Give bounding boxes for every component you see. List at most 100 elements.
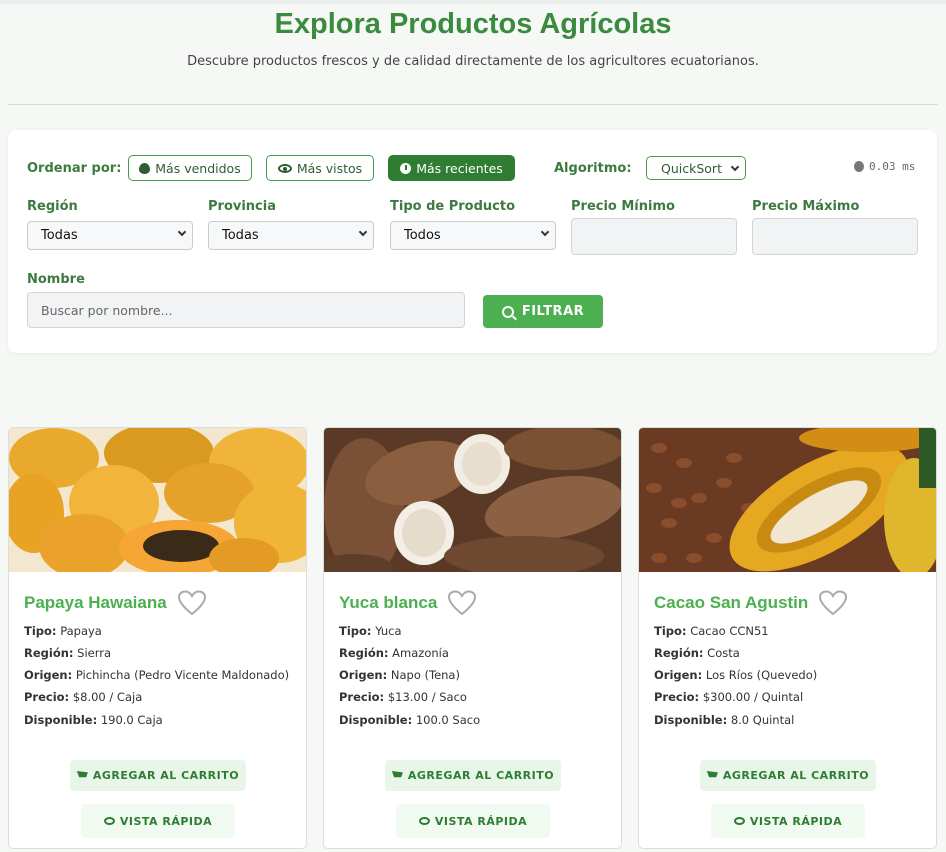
product-origin: Origen: Napo (Tena) — [339, 668, 460, 682]
sort-timer: 0.03 ms — [854, 160, 915, 173]
type-value: Papaya — [60, 624, 102, 638]
product-available: Disponible: 100.0 Saco — [339, 713, 480, 727]
eye-icon — [733, 817, 745, 825]
product-available: Disponible: 8.0 Quintal — [654, 713, 794, 727]
stopwatch-icon — [854, 161, 864, 172]
product-type: Tipo: Yuca — [339, 624, 402, 638]
quick-view-label: VISTA RÁPIDA — [119, 814, 213, 828]
eye-icon — [418, 817, 430, 825]
price-value: $13.00 / Saco — [387, 690, 467, 704]
product-price: Precio: $8.00 / Caja — [24, 690, 142, 704]
algorithm-value: QuickSort — [661, 160, 722, 176]
product-image-yuca — [324, 428, 621, 572]
heart-icon[interactable] — [447, 590, 477, 616]
sort-most-recent-label: Más recientes — [416, 160, 503, 176]
price-value: $300.00 / Quintal — [702, 690, 804, 704]
add-to-cart-label: AGREGAR AL CARRITO — [92, 769, 240, 782]
filter-panel: Ordenar por: Más vendidos Más vistos Más… — [8, 130, 937, 353]
add-to-cart-button[interactable]: AGREGAR AL CARRITO — [700, 760, 876, 791]
product-price: Precio: $13.00 / Saco — [339, 690, 467, 704]
algorithm-select[interactable]: QuickSort — [646, 156, 746, 180]
sort-best-selling-button[interactable]: Más vendidos — [128, 155, 252, 181]
eye-icon — [277, 163, 292, 173]
product-name: Yuca blanca — [339, 593, 438, 612]
product-available: Disponible: 190.0 Caja — [24, 713, 163, 727]
add-to-cart-label: AGREGAR AL CARRITO — [407, 769, 555, 782]
heart-icon[interactable] — [818, 590, 848, 616]
origin-key: Origen: — [24, 668, 73, 682]
region-value: Todas — [41, 228, 78, 243]
quick-view-button[interactable]: VISTA RÁPIDA — [396, 804, 550, 838]
available-key: Disponible: — [24, 713, 98, 727]
sort-label: Ordenar por: — [27, 161, 122, 176]
type-key: Tipo: — [24, 624, 57, 638]
cart-icon — [76, 771, 88, 778]
add-to-cart-button[interactable]: AGREGAR AL CARRITO — [70, 760, 246, 791]
divider — [8, 104, 938, 105]
quick-view-button[interactable]: VISTA RÁPIDA — [81, 804, 235, 838]
algorithm-label: Algoritmo: — [554, 161, 632, 176]
product-name: Papaya Hawaiana — [24, 593, 167, 612]
name-search-input[interactable]: Buscar por nombre... — [27, 292, 465, 328]
product-card: Papaya Hawaiana Tipo: Papaya Región: Sie… — [8, 427, 307, 849]
product-title[interactable]: Papaya Hawaiana — [24, 590, 207, 616]
origin-key: Origen: — [339, 668, 388, 682]
top-border — [0, 0, 946, 4]
heart-icon[interactable] — [177, 590, 207, 616]
chevron-down-icon — [358, 227, 368, 237]
region-key: Región: — [339, 646, 389, 660]
price-key: Precio: — [339, 690, 385, 704]
clock-icon — [400, 162, 412, 174]
product-card: Yuca blanca Tipo: Yuca Región: Amazonía … — [323, 427, 622, 849]
region-value: Sierra — [77, 646, 112, 660]
quick-view-label: VISTA RÁPIDA — [434, 814, 528, 828]
product-card: Cacao San Agustin Tipo: Cacao CCN51 Regi… — [638, 427, 937, 849]
max-price-input[interactable] — [752, 218, 918, 255]
region-label: Región — [27, 199, 78, 214]
product-name: Cacao San Agustin — [654, 593, 809, 612]
origin-value: Napo (Tena) — [390, 668, 460, 682]
region-select[interactable]: Todas — [27, 221, 193, 250]
filter-button[interactable]: FILTRAR — [483, 295, 603, 328]
origin-value: Los Ríos (Quevedo) — [705, 668, 818, 682]
province-select[interactable]: Todas — [208, 221, 374, 250]
product-type-value: Todos — [404, 228, 441, 243]
min-price-input[interactable] — [571, 218, 737, 255]
product-origin: Origen: Pichincha (Pedro Vicente Maldona… — [24, 668, 289, 682]
fire-icon — [139, 162, 151, 174]
product-region: Región: Sierra — [24, 646, 111, 660]
price-key: Precio: — [24, 690, 70, 704]
product-title[interactable]: Yuca blanca — [339, 590, 477, 616]
max-price-label: Precio Máximo — [752, 199, 860, 214]
region-value: Costa — [707, 646, 740, 660]
chevron-down-icon — [540, 227, 550, 237]
sort-most-viewed-label: Más vistos — [296, 160, 363, 176]
product-type-select[interactable]: Todos — [390, 221, 556, 250]
product-region: Región: Costa — [654, 646, 740, 660]
available-value: 8.0 Quintal — [730, 713, 795, 727]
product-price: Precio: $300.00 / Quintal — [654, 690, 803, 704]
product-type-label: Tipo de Producto — [390, 199, 516, 214]
province-label: Provincia — [208, 199, 276, 214]
timer-value: 0.03 ms — [869, 160, 916, 173]
min-price-label: Precio Mínimo — [571, 199, 675, 214]
province-value: Todas — [222, 228, 259, 243]
product-origin: Origen: Los Ríos (Quevedo) — [654, 668, 817, 682]
sort-most-viewed-button[interactable]: Más vistos — [266, 155, 374, 181]
add-to-cart-button[interactable]: AGREGAR AL CARRITO — [385, 760, 561, 791]
page-title: Explora Productos Agrícolas — [274, 8, 672, 40]
available-value: 100.0 Saco — [415, 713, 481, 727]
page-subtitle: Descubre productos frescos y de calidad … — [187, 54, 759, 69]
chevron-down-icon — [730, 162, 740, 172]
chevron-down-icon — [177, 227, 187, 237]
quick-view-button[interactable]: VISTA RÁPIDA — [711, 804, 865, 838]
available-value: 190.0 Caja — [100, 713, 163, 727]
product-image-papaya — [9, 428, 306, 572]
sort-most-recent-button[interactable]: Más recientes — [388, 155, 515, 181]
eye-icon — [103, 817, 115, 825]
add-to-cart-label: AGREGAR AL CARRITO — [722, 769, 870, 782]
available-key: Disponible: — [339, 713, 413, 727]
name-label: Nombre — [27, 272, 85, 287]
region-key: Región: — [24, 646, 74, 660]
product-title[interactable]: Cacao San Agustin — [654, 590, 848, 616]
